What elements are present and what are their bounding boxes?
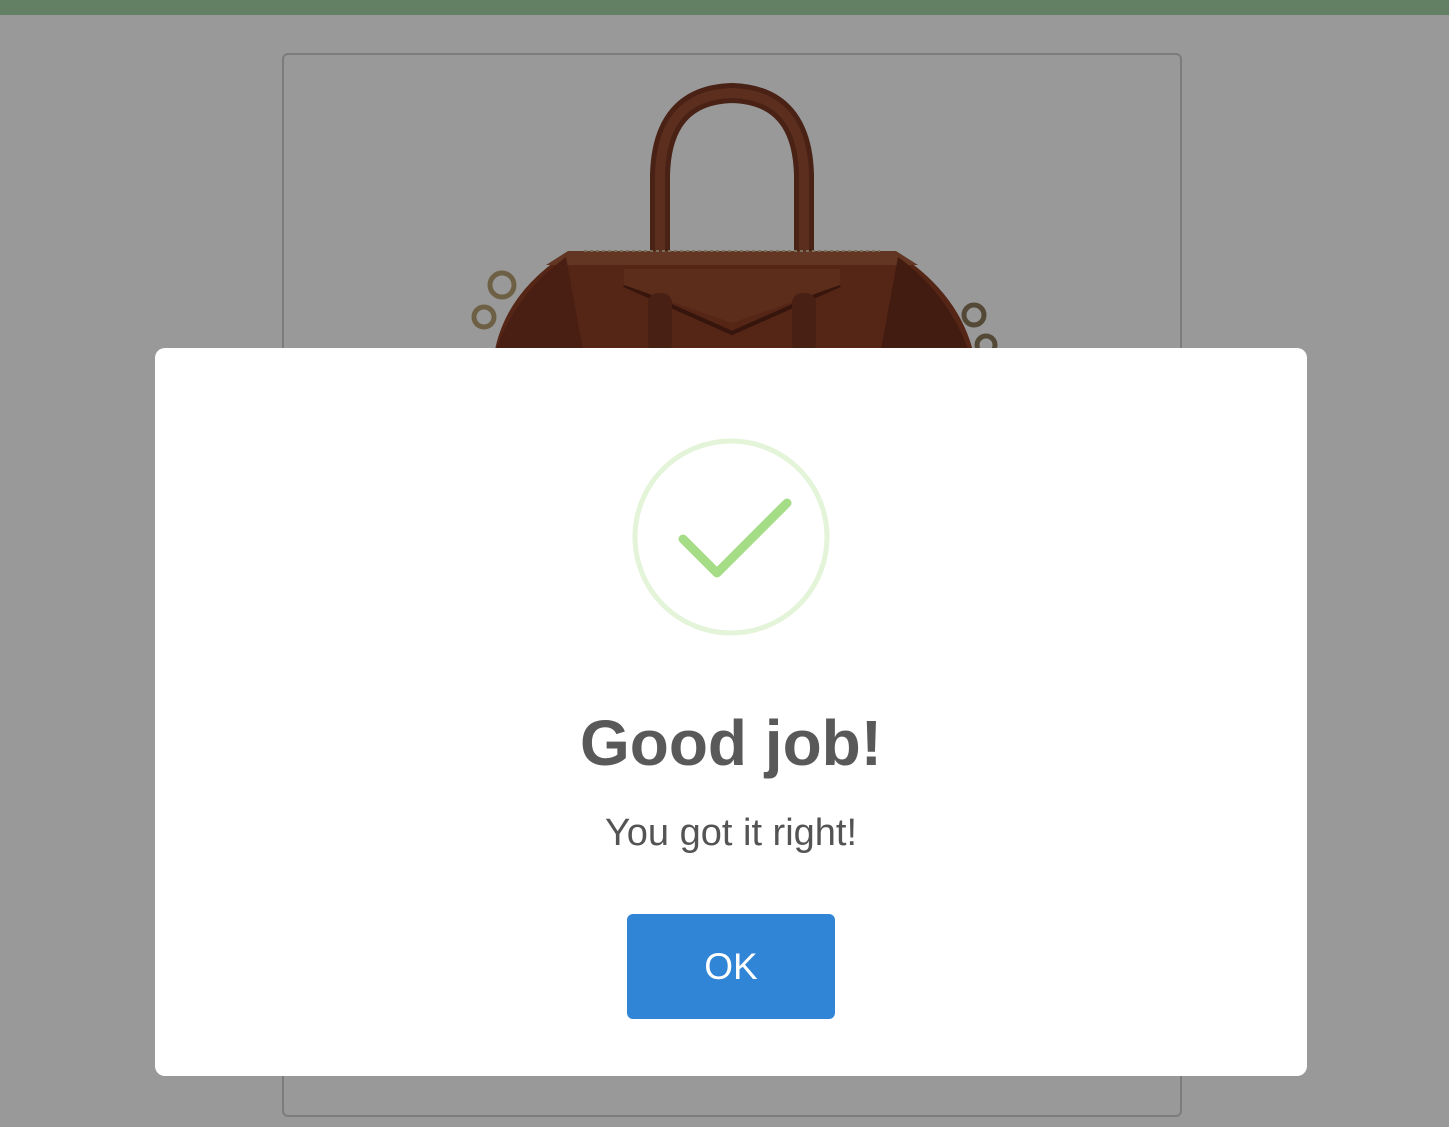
success-checkmark-icon xyxy=(632,438,830,636)
success-dialog: Good job! You got it right! OK xyxy=(155,348,1307,1076)
dialog-title: Good job! xyxy=(579,707,883,779)
ok-button[interactable]: OK xyxy=(627,914,835,1019)
dialog-message: You got it right! xyxy=(604,812,858,854)
